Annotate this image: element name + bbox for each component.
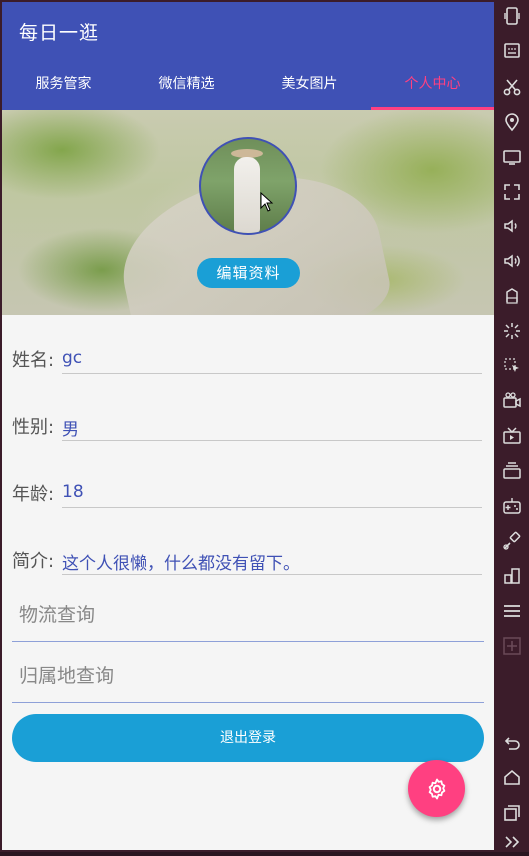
logistics-query-placeholder: 物流查询 <box>19 604 96 626</box>
tab-pictures[interactable]: 美女图片 <box>248 58 371 110</box>
app-screen: 每日一逛 服务管家 微信精选 美女图片 个人中心 编辑资料 姓名: gc 性别:… <box>2 2 494 850</box>
edit-profile-button[interactable]: 编辑资料 <box>197 258 300 288</box>
bio-field: 简介: 这个人很懒，什么都没有留下。 <box>12 525 482 575</box>
layout-icon[interactable] <box>502 566 522 586</box>
back-icon[interactable] <box>502 733 522 753</box>
mouse-icon[interactable] <box>502 356 522 376</box>
tab-service[interactable]: 服务管家 <box>2 58 125 110</box>
tab-wechat[interactable]: 微信精选 <box>125 58 248 110</box>
gender-label: 性别: <box>12 417 55 438</box>
phone-icon[interactable] <box>502 6 522 26</box>
home-icon[interactable] <box>502 768 522 788</box>
app-title: 每日一逛 <box>19 22 100 44</box>
settings-icon <box>428 778 445 799</box>
app-bar: 每日一逛 <box>2 2 494 58</box>
volume-up-icon[interactable] <box>502 251 522 271</box>
logout-button[interactable]: 退出登录 <box>12 714 484 762</box>
fullscreen-icon[interactable] <box>502 182 522 202</box>
gender-field: 性别: 男 <box>12 391 482 441</box>
storage-icon[interactable] <box>502 461 522 481</box>
tab-personal-center[interactable]: 个人中心 <box>371 58 494 110</box>
location-icon[interactable] <box>502 112 522 132</box>
avatar[interactable] <box>199 137 297 235</box>
link-icon[interactable] <box>502 531 522 551</box>
keyboard-icon[interactable] <box>502 41 522 61</box>
bio-label: 简介: <box>12 551 55 572</box>
screen-icon[interactable] <box>502 147 522 167</box>
gamepad-icon[interactable] <box>502 496 522 516</box>
shake-icon[interactable] <box>502 321 522 341</box>
logistics-query-input[interactable]: 物流查询 <box>12 584 484 642</box>
scissors-icon[interactable] <box>502 77 522 97</box>
profile-banner: 编辑资料 <box>2 110 494 315</box>
add-icon[interactable] <box>502 636 522 656</box>
emulator-sidebar <box>494 0 529 852</box>
gender-value: 男 <box>62 420 79 440</box>
settings-fab[interactable] <box>408 760 465 817</box>
volume-down-icon[interactable] <box>502 216 522 236</box>
name-label: 姓名: <box>12 350 55 371</box>
more-icon[interactable] <box>502 832 522 852</box>
age-field: 年龄: 18 <box>12 458 482 508</box>
age-label: 年龄: <box>12 484 55 505</box>
tab-bar: 服务管家 微信精选 美女图片 个人中心 <box>2 58 494 110</box>
name-field: 姓名: gc <box>12 324 482 374</box>
camera-icon[interactable] <box>502 391 522 411</box>
location-query-placeholder: 归属地查询 <box>19 665 115 687</box>
recents-icon[interactable] <box>502 803 522 823</box>
age-value: 18 <box>62 482 84 502</box>
tv-icon[interactable] <box>502 426 522 446</box>
menu-icon[interactable] <box>502 601 522 621</box>
bio-value: 这个人很懒，什么都没有留下。 <box>62 554 300 574</box>
name-value: gc <box>62 348 83 368</box>
mouse-cursor-icon <box>260 192 274 212</box>
rotate-3d-icon[interactable] <box>502 286 522 306</box>
location-query-input[interactable]: 归属地查询 <box>12 645 484 703</box>
